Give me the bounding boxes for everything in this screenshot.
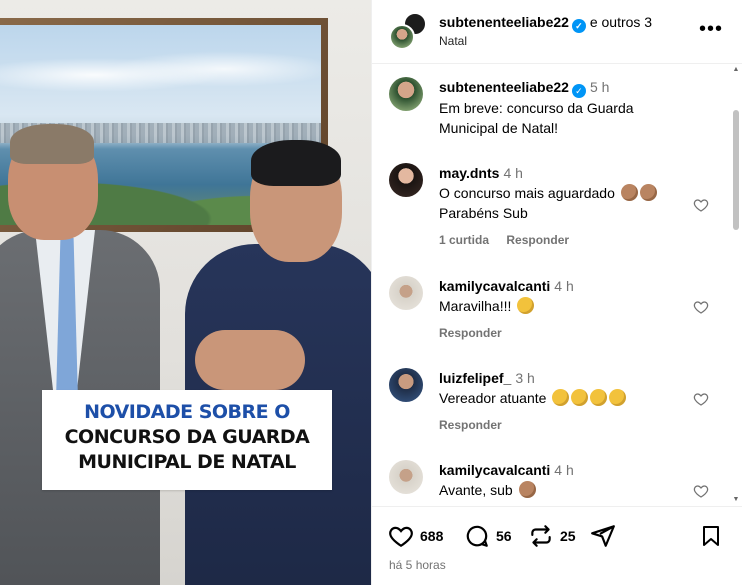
- comment-text: Em breve: concurso da Guarda Municipal d…: [439, 100, 634, 136]
- caption-line-2: CONCURSO DA GUARDA: [64, 426, 310, 448]
- heart-icon[interactable]: [693, 391, 709, 407]
- heart-icon[interactable]: [693, 483, 709, 499]
- person-left: [0, 120, 180, 585]
- heart-icon[interactable]: [693, 299, 709, 315]
- comment-body: kamilycavalcanti 4 h Avante, sub: [439, 460, 694, 500]
- post-sidebar: subtenenteeliabe22 ✓ e outros 3 Natal •••…: [371, 0, 742, 585]
- person-right-hair: [251, 140, 341, 186]
- scroll-up-arrow-icon[interactable]: ▲: [732, 66, 740, 74]
- avatar[interactable]: [389, 460, 423, 494]
- person-left-hair: [10, 124, 94, 164]
- share-icon[interactable]: [590, 523, 616, 549]
- comment-meta: Responder: [439, 326, 516, 340]
- comment-time: 4 h: [554, 278, 574, 294]
- clap-emoji-icon: [639, 184, 657, 201]
- comment-action[interactable]: 56: [464, 521, 512, 551]
- comment-username[interactable]: kamilycavalcanti: [439, 278, 550, 294]
- comment-text: Vereador atuante: [439, 390, 547, 406]
- clap-emoji-icon: [609, 389, 627, 406]
- clap-emoji-icon: [571, 389, 589, 406]
- avatar[interactable]: [389, 77, 423, 111]
- repost-action[interactable]: 25: [528, 521, 576, 551]
- post-header: subtenenteeliabe22 ✓ e outros 3 Natal •••: [372, 0, 742, 64]
- caption-line-3: MUNICIPAL DE NATAL: [78, 451, 296, 473]
- post-actions: 688 56 25 há 5 horas: [372, 506, 742, 585]
- comment-meta: 1 curtida Responder: [439, 233, 583, 247]
- clap-emoji-icon: [552, 389, 570, 406]
- comment-time: 4 h: [554, 462, 574, 478]
- comment-text: Maravilha!!!: [439, 298, 512, 314]
- reposts-count: 25: [560, 528, 576, 544]
- avatar[interactable]: [389, 368, 423, 402]
- painting-clouds: [0, 45, 321, 105]
- post-timestamp[interactable]: há 5 horas: [389, 558, 446, 572]
- avatar[interactable]: [389, 276, 423, 310]
- comment-body: may.dnts 4 h O concurso mais aguardado Pa…: [439, 163, 694, 223]
- caption-line-1: NOVIDADE SOBRE O: [84, 401, 290, 423]
- comment-text: Avante, sub: [439, 482, 513, 498]
- reply-button[interactable]: Responder: [506, 233, 569, 247]
- likes-count-link[interactable]: 1 curtida: [439, 233, 489, 247]
- instagram-post-view: NOVIDADE SOBRE O CONCURSO DA GUARDA MUNI…: [0, 0, 742, 585]
- comment-username[interactable]: may.dnts: [439, 165, 499, 181]
- comment-meta: Responder: [439, 418, 516, 432]
- media-caption: NOVIDADE SOBRE O CONCURSO DA GUARDA MUNI…: [42, 390, 332, 490]
- comment-text-line-2: Parabéns Sub: [439, 205, 528, 221]
- heart-icon[interactable]: [388, 523, 414, 549]
- post-media[interactable]: NOVIDADE SOBRE O CONCURSO DA GUARDA MUNI…: [0, 0, 371, 585]
- like-action[interactable]: 688: [388, 521, 443, 551]
- comment-body: kamilycavalcanti 4 h Maravilha!!!: [439, 276, 694, 316]
- scroll-thumb[interactable]: [733, 110, 739, 230]
- heart-icon[interactable]: [693, 197, 709, 213]
- avatar-author: [389, 24, 415, 50]
- person-right: [185, 140, 371, 585]
- comment-item: kamilycavalcanti 4 h Maravilha!!! Respond…: [389, 276, 729, 346]
- collab-avatars[interactable]: [389, 12, 427, 50]
- clap-emoji-icon: [518, 481, 536, 498]
- author-username-link[interactable]: subtenenteeliabe22: [439, 14, 569, 30]
- comment-time: 5 h: [589, 79, 610, 95]
- bookmark-icon[interactable]: [699, 523, 723, 549]
- reply-button[interactable]: Responder: [439, 418, 502, 432]
- others-link[interactable]: e outros 3: [590, 14, 652, 30]
- avatar[interactable]: [389, 163, 423, 197]
- comment-item: kamilycavalcanti 4 h Avante, sub: [389, 460, 729, 506]
- clap-emoji-icon: [517, 297, 535, 314]
- verified-icon: ✓: [571, 19, 586, 33]
- comment-username[interactable]: kamilycavalcanti: [439, 462, 550, 478]
- comment-body: luizfelipef_ 3 h Vereador atuante: [439, 368, 694, 408]
- person-right-hand: [195, 330, 305, 390]
- comment-time: 3 h: [515, 370, 535, 386]
- comments-count: 56: [496, 528, 512, 544]
- comment-time: 4 h: [503, 165, 523, 181]
- caption-comment: subtenenteeliabe22 ✓ 5 h Em breve: concurs…: [389, 77, 729, 137]
- comment-item: may.dnts 4 h O concurso mais aguardado Pa…: [389, 163, 729, 253]
- comment-username[interactable]: subtenenteeliabe22: [439, 79, 569, 95]
- reply-button[interactable]: Responder: [439, 326, 502, 340]
- location-link[interactable]: Natal: [439, 34, 467, 48]
- comment-item: luizfelipef_ 3 h Vereador atuante Respond…: [389, 368, 729, 438]
- comment-username[interactable]: luizfelipef_: [439, 370, 511, 386]
- verified-icon: ✓: [571, 84, 586, 98]
- clap-emoji-icon: [590, 389, 608, 406]
- clap-emoji-icon: [620, 184, 638, 201]
- comment-text: O concurso mais aguardado: [439, 185, 615, 201]
- repost-icon[interactable]: [528, 523, 554, 549]
- more-icon[interactable]: •••: [699, 18, 723, 41]
- comment-icon[interactable]: [464, 523, 490, 549]
- comment-body: subtenenteeliabe22 ✓ 5 h Em breve: concurs…: [439, 77, 694, 138]
- post-author: subtenenteeliabe22 ✓ e outros 3: [439, 14, 652, 33]
- comments-list: subtenenteeliabe22 ✓ 5 h Em breve: concurs…: [372, 64, 742, 506]
- scroll-down-arrow-icon[interactable]: ▼: [732, 496, 740, 504]
- share-action[interactable]: [590, 521, 616, 551]
- likes-count[interactable]: 688: [420, 528, 443, 544]
- comments-scrollbar[interactable]: ▲ ▼: [732, 66, 740, 504]
